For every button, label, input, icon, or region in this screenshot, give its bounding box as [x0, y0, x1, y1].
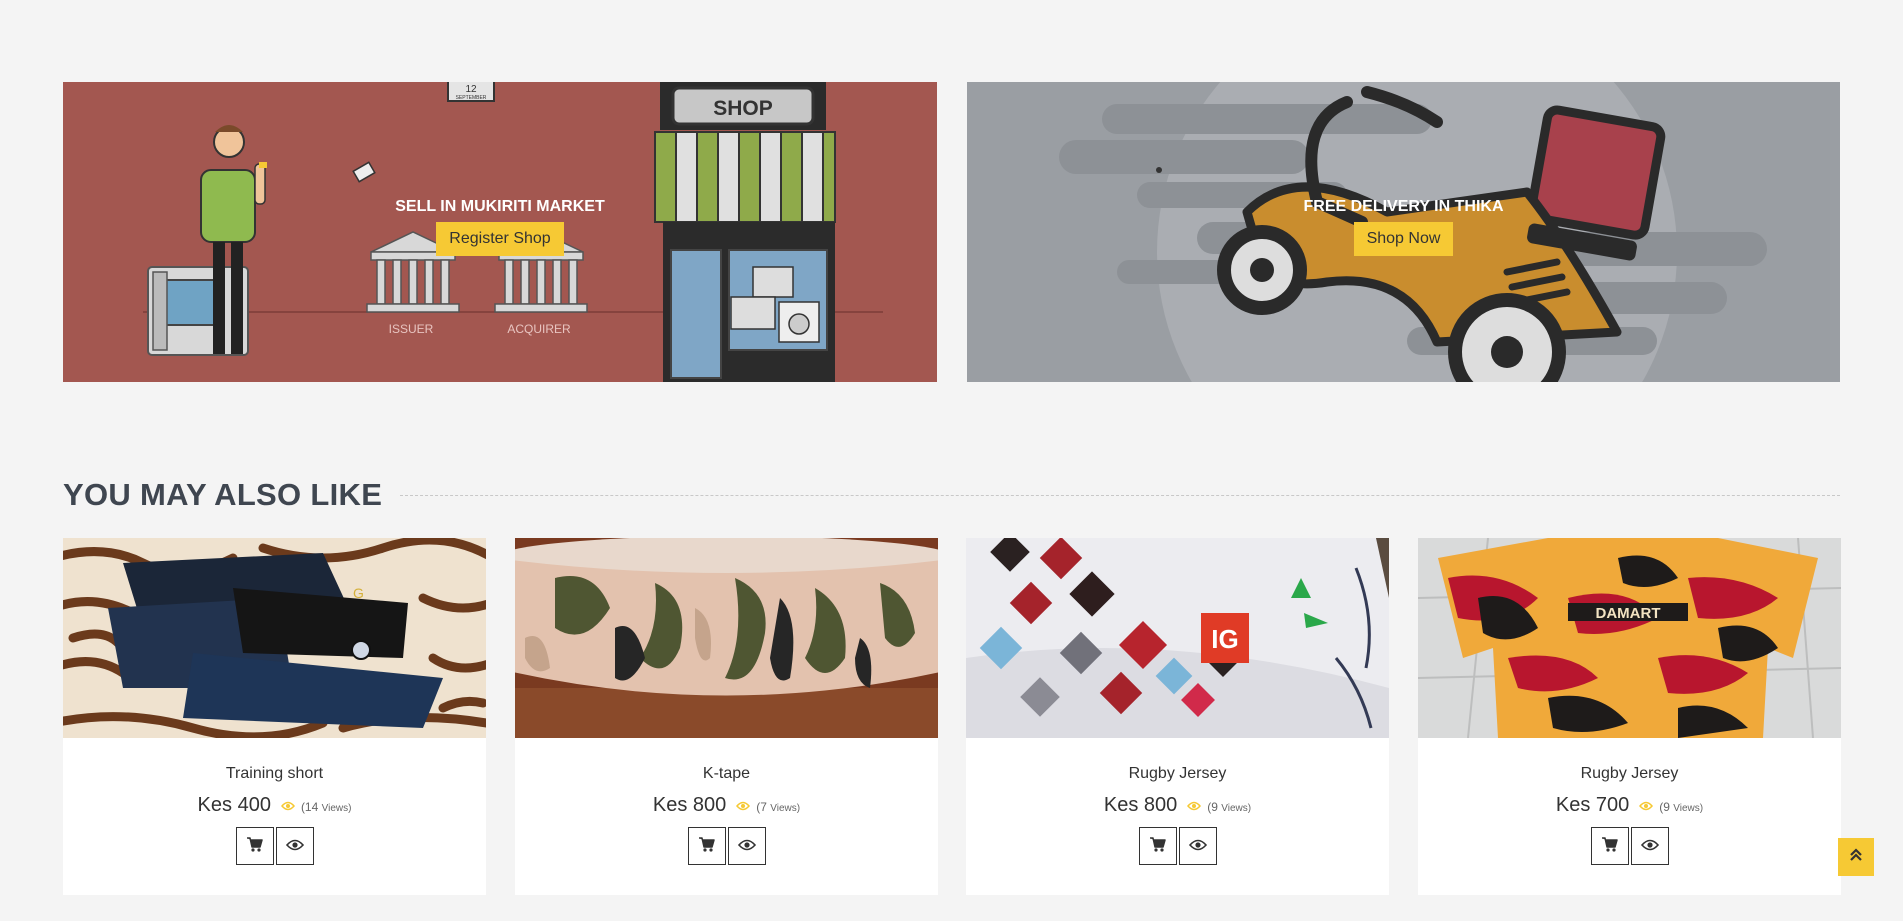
eye-icon	[1188, 839, 1207, 854]
views-number: (9	[1659, 800, 1670, 814]
banner-sell-title: SELL IN MUKIRITI MARKET	[395, 198, 605, 215]
banner-sell-caption: SELL IN MUKIRITI MARKET Register Shop	[63, 198, 937, 256]
views-word: Views)	[770, 803, 801, 814]
views-eye-icon	[1187, 798, 1202, 814]
views-count: (7 Views)	[756, 800, 800, 814]
views-number: (14	[300, 800, 319, 814]
views-word: Views)	[1221, 803, 1252, 814]
cart-icon	[1601, 837, 1618, 855]
product-card[interactable]: DAMART Rugby Jersey Kes 700 (9 Views)	[1418, 538, 1841, 895]
add-to-cart-button[interactable]	[1138, 827, 1177, 865]
views-count: (9 Views)	[1207, 800, 1251, 814]
product-actions	[1418, 827, 1841, 865]
price-row: Kes 800 (7 Views)	[515, 794, 938, 817]
views-eye-icon	[736, 798, 751, 814]
quick-view-button[interactable]	[727, 827, 766, 865]
product-card[interactable]: G Training short Kes 400 (14 Views)	[63, 538, 486, 895]
register-shop-button[interactable]: Register Shop	[436, 222, 564, 256]
svg-text:IG: IG	[1211, 624, 1238, 654]
banner-sell: 12 SEPTEMBER ISSUER ACQUIRER SHOP SELL I…	[63, 82, 937, 382]
banner-delivery-title: FREE DELIVERY IN THIKA	[1303, 198, 1504, 215]
product-name[interactable]: Training short	[63, 765, 486, 783]
product-card[interactable]: K-tape Kes 800 (7 Views)	[515, 538, 938, 895]
views-count: (9 Views)	[1659, 800, 1703, 814]
eye-icon	[737, 839, 756, 854]
banner-delivery-caption: FREE DELIVERY IN THIKA Shop Now	[967, 198, 1840, 256]
product-image[interactable]: IG	[966, 538, 1389, 738]
product-actions	[966, 827, 1389, 865]
section-title: YOU MAY ALSO LIKE	[63, 477, 383, 512]
product-image[interactable]	[515, 538, 938, 738]
views-count: (14 Views)	[301, 800, 352, 814]
product-card[interactable]: IG Rugby Jersey Kes 800 (9 Views)	[966, 538, 1389, 895]
product-name[interactable]: K-tape	[515, 765, 938, 783]
views-eye-icon	[280, 798, 295, 814]
cart-icon	[698, 837, 715, 855]
double-chevron-up-icon	[1850, 847, 1862, 867]
calendar-month: SEPTEMBER	[456, 95, 487, 101]
price-row: Kes 700 (9 Views)	[1418, 794, 1841, 817]
eye-icon	[1640, 839, 1659, 854]
price-row: Kes 800 (9 Views)	[966, 794, 1389, 817]
product-actions	[63, 827, 486, 865]
eye-icon	[285, 839, 304, 854]
product-price: Kes 800	[1103, 794, 1178, 816]
product-image[interactable]: G	[63, 538, 486, 738]
section-divider	[400, 494, 1840, 496]
add-to-cart-button[interactable]	[235, 827, 274, 865]
svg-text:DAMART: DAMART	[1596, 605, 1661, 622]
product-name[interactable]: Rugby Jersey	[966, 765, 1389, 783]
product-price: Kes 400	[197, 794, 271, 816]
cart-icon	[1149, 837, 1166, 855]
svg-text:G: G	[353, 585, 364, 601]
scroll-to-top-button[interactable]	[1838, 838, 1874, 876]
product-price: Kes 700	[1555, 794, 1630, 816]
views-number: (7	[756, 800, 767, 814]
product-name[interactable]: Rugby Jersey	[1418, 765, 1841, 783]
product-image[interactable]: DAMART	[1418, 538, 1841, 738]
quick-view-button[interactable]	[275, 827, 314, 865]
product-price: Kes 800	[652, 794, 727, 816]
add-to-cart-button[interactable]	[1590, 827, 1629, 865]
price-row: Kes 400 (14 Views)	[63, 794, 486, 817]
shop-now-button[interactable]: Shop Now	[1353, 222, 1454, 256]
views-number: (9	[1207, 800, 1218, 814]
quick-view-button[interactable]	[1630, 827, 1669, 865]
product-actions	[515, 827, 938, 865]
views-word: Views)	[1673, 803, 1704, 814]
issuer-label: ISSUER	[389, 322, 434, 336]
shop-sign: SHOP	[713, 97, 773, 120]
calendar-day: 12	[465, 84, 477, 95]
section-header: YOU MAY ALSO LIKE	[63, 474, 1840, 516]
banner-delivery: FREE DELIVERY IN THIKA Shop Now	[967, 82, 1840, 382]
add-to-cart-button[interactable]	[687, 827, 726, 865]
cart-icon	[246, 837, 263, 855]
views-eye-icon	[1639, 798, 1654, 814]
quick-view-button[interactable]	[1178, 827, 1217, 865]
acquirer-label: ACQUIRER	[507, 322, 571, 336]
views-word: Views)	[321, 803, 352, 814]
